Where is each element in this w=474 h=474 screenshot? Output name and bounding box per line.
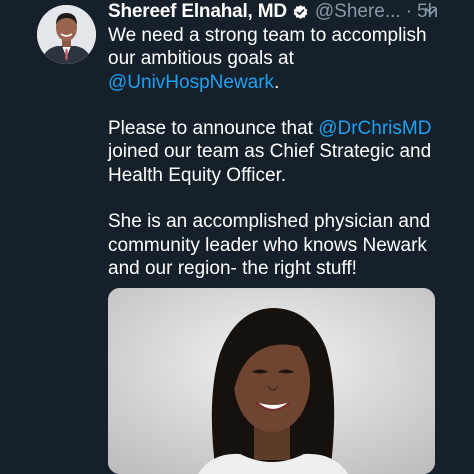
tweet[interactable]: Shereef Elnahal, MD @Shere... · 5h We ne… (0, 0, 474, 474)
mention-drchrismd[interactable]: @DrChrisMD (318, 118, 431, 139)
author-name[interactable]: Shereef Elnahal, MD (108, 1, 287, 23)
tweet-media-image[interactable] (108, 288, 435, 474)
tweet-text-line1: We need a strong team to accomplish our … (108, 25, 427, 70)
tweet-text-line1-end: . (274, 71, 280, 93)
mention-univhospnewark[interactable]: @UnivHospNewark (108, 72, 274, 93)
verified-badge-icon (293, 4, 308, 19)
avatar[interactable] (37, 5, 96, 64)
author-handle[interactable]: @Shere... (315, 1, 401, 23)
tweet-paragraph-2: Please to announce that @DrChrisMD joine… (108, 117, 458, 187)
tweet-text: We need a strong team to accomplish our … (108, 24, 458, 304)
separator-dot: · (405, 1, 413, 22)
tweet-text-line2-end: joined our team as Chief Strategic and H… (108, 141, 432, 186)
chevron-down-icon[interactable] (424, 4, 438, 18)
tweet-header: Shereef Elnahal, MD @Shere... · 5h (108, 0, 438, 24)
tweet-paragraph-3: She is an accomplished physician and com… (108, 210, 458, 280)
tweet-text-line2-start: Please to announce that (108, 118, 313, 140)
tweet-text-line3: She is an accomplished physician and com… (108, 211, 431, 279)
tweet-paragraph-1: We need a strong team to accomplish our … (108, 24, 458, 94)
